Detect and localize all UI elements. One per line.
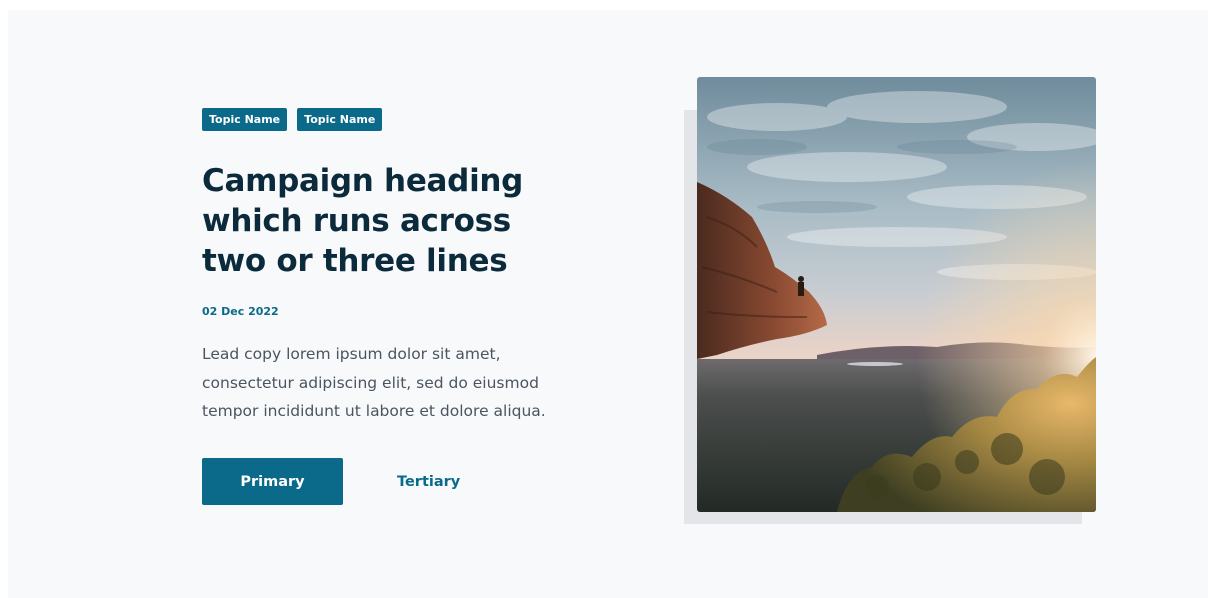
- tertiary-button[interactable]: Tertiary: [383, 458, 474, 505]
- topic-tags: Topic Name Topic Name: [202, 108, 582, 131]
- campaign-content: Topic Name Topic Name Campaign heading w…: [202, 108, 582, 505]
- topic-tag[interactable]: Topic Name: [202, 108, 288, 131]
- topic-tag[interactable]: Topic Name: [297, 108, 383, 131]
- publish-date: 02 Dec 2022: [202, 305, 279, 318]
- action-group: Primary Tertiary: [202, 458, 474, 505]
- campaign-image: [697, 77, 1096, 512]
- lead-copy: Lead copy lorem ipsum dolor sit amet, co…: [202, 345, 546, 420]
- campaign-heading: Campaign heading which runs across two o…: [202, 163, 524, 279]
- primary-button[interactable]: Primary: [202, 458, 343, 505]
- campaign-card: Topic Name Topic Name Campaign heading w…: [8, 10, 1208, 598]
